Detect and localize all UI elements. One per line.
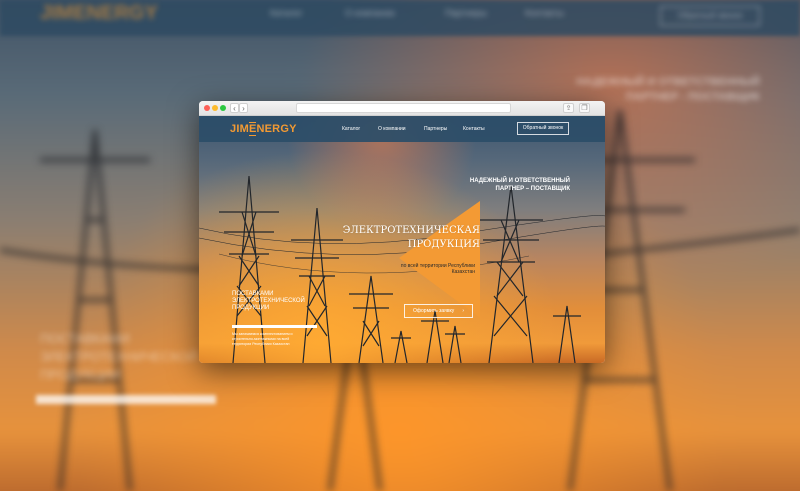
blurred-callback: Обратный звонок <box>660 6 760 26</box>
blurred-logo: JIMENERGY <box>40 2 158 24</box>
minimize-window-dot[interactable] <box>212 105 218 111</box>
left-description: Мы занимаемся комплектованием и строител… <box>232 332 314 347</box>
browser-window: ‹ › ⇪ ❐ JIMENERGY Каталог О компании Пар… <box>199 101 605 363</box>
chevron-right-icon: › <box>462 308 464 314</box>
browser-toolbar: ‹ › ⇪ ❐ <box>199 101 605 116</box>
order-button-label: Оформить заявку <box>413 308 455 314</box>
website-page: JIMENERGY Каталог О компании Партнеры Ко… <box>199 116 605 363</box>
chevron-left-icon[interactable]: ‹ <box>230 103 239 113</box>
share-icon[interactable]: ⇪ <box>563 103 574 113</box>
hero-sub-line-2: Казахстан <box>451 269 475 275</box>
hero-title-line-1: ЭЛЕКТРОТЕХНИЧЕСКАЯ <box>342 225 480 236</box>
blurred-bar <box>36 395 216 404</box>
left-heading: ПОСТАВКАМИ ЭЛЕКТРОТЕХНИЧЕСКОЙ ПРОДУКЦИИ <box>232 291 312 312</box>
maximize-window-dot[interactable] <box>220 105 226 111</box>
blurred-menu-1: Каталог <box>270 8 303 18</box>
blurred-menu-4: Контакты <box>525 8 564 18</box>
address-bar[interactable] <box>296 103 511 113</box>
left-divider-bar <box>232 325 317 328</box>
hero-title: ЭЛЕКТРОТЕХНИЧЕСКАЯ ПРОДУКЦИЯ <box>309 224 480 252</box>
blurred-menu-3: Партнеры <box>445 8 487 18</box>
left-desc-line-3: территории Республики Казахстан <box>232 342 290 346</box>
tabs-icon[interactable]: ❐ <box>579 103 590 113</box>
left-heading-line-1: ПОСТАВКАМИ <box>232 291 274 297</box>
hero-subtitle: по всей территории Республики Казахстан <box>369 263 475 275</box>
hero-title-line-2: ПРОДУКЦИЯ <box>407 239 480 250</box>
blurred-menu-2: О компании <box>345 8 395 18</box>
close-window-dot[interactable] <box>204 105 210 111</box>
order-request-button[interactable]: Оформить заявку › <box>404 304 473 318</box>
left-heading-line-2: ЭЛЕКТРОТЕХНИЧЕСКОЙ <box>232 298 305 304</box>
left-heading-line-3: ПРОДУКЦИИ <box>232 305 270 311</box>
blurred-left-text: ПОСТАВКАМИ ЭЛЕКТРОТЕХНИЧЕСКОЙ ПРОДУКЦИИ <box>40 331 198 382</box>
chevron-right-icon[interactable]: › <box>239 103 248 113</box>
